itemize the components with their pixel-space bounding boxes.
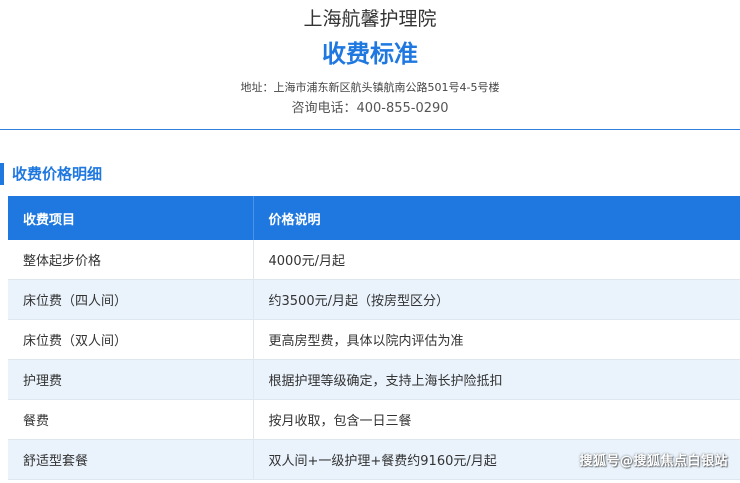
table-header-row: 收费项目 价格说明	[8, 196, 740, 240]
table-cell-price: 4000元/月起	[253, 240, 740, 280]
fee-table-container: 收费项目 价格说明 整体起步价格 4000元/月起 床位费（四人间） 约3500…	[8, 196, 740, 480]
column-header-item: 收费项目	[8, 196, 254, 240]
table-row: 护理费 根据护理等级确定，支持上海长护险抵扣	[8, 359, 740, 400]
table-row: 床位费（双人间） 更高房型费，具体以院内评估为准	[8, 319, 740, 360]
table-cell-item: 整体起步价格	[8, 240, 254, 280]
section-title: 收费价格明细	[0, 163, 102, 185]
table-row: 餐费 按月收取，包含一日三餐	[8, 399, 740, 440]
table-cell-price: 更高房型费，具体以院内评估为准	[253, 319, 740, 360]
fee-table: 收费项目 价格说明 整体起步价格 4000元/月起 床位费（四人间） 约3500…	[8, 196, 740, 480]
table-cell-item: 餐费	[8, 399, 254, 440]
table-cell-price: 根据护理等级确定，支持上海长护险抵扣	[253, 359, 740, 400]
table-cell-item: 护理费	[8, 359, 254, 400]
table-row: 整体起步价格 4000元/月起	[8, 240, 740, 280]
column-header-price: 价格说明	[253, 196, 740, 240]
table-cell-item: 床位费（双人间）	[8, 319, 254, 360]
address-text: 地址：上海市浦东新区航头镇航南公路501号4-5号楼	[240, 81, 500, 94]
phone-text: 咨询电话：400-855-0290	[291, 101, 449, 116]
table-cell-item: 舒适型套餐	[8, 439, 254, 480]
organization-name: 上海航馨护理院	[303, 8, 437, 30]
source-watermark: 搜狐号@搜狐焦点白银站	[579, 454, 728, 469]
table-cell-item: 床位费（四人间）	[8, 279, 254, 320]
page-title: 收费标准	[322, 40, 418, 68]
table-cell-price: 约3500元/月起（按房型区分）	[253, 279, 740, 320]
header-divider	[0, 129, 740, 130]
table-row: 床位费（四人间） 约3500元/月起（按房型区分）	[8, 279, 740, 320]
document-header: 上海航馨护理院 收费标准 地址：上海市浦东新区航头镇航南公路501号4-5号楼 …	[0, 0, 740, 118]
table-cell-price: 按月收取，包含一日三餐	[253, 399, 740, 440]
